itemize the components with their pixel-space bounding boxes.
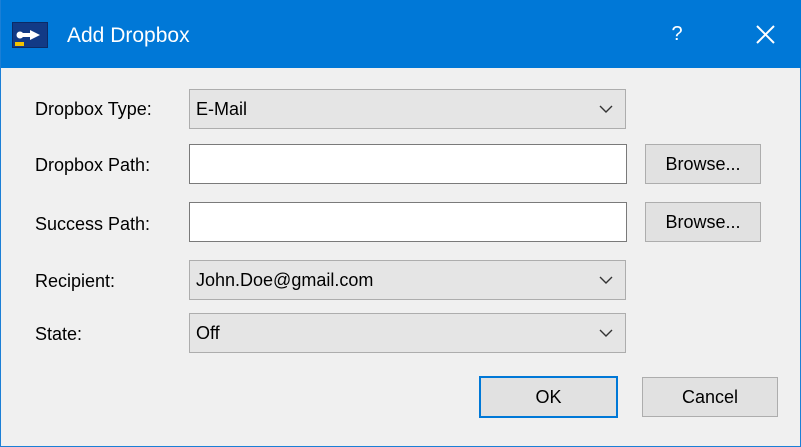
close-icon (756, 25, 775, 44)
dropbox-path-label: Dropbox Path: (35, 155, 151, 175)
success-path-input[interactable] (190, 203, 626, 241)
state-label: State: (35, 324, 83, 344)
dialog-title: Add Dropbox (67, 24, 190, 47)
success-path-browse-button[interactable]: Browse... (645, 202, 761, 242)
chevron-down-icon (599, 105, 613, 113)
success-path-field[interactable] (189, 202, 627, 242)
chevron-down-icon (599, 276, 613, 284)
dropbox-path-browse-button[interactable]: Browse... (645, 144, 761, 184)
browse-button-label: Browse... (665, 154, 741, 174)
dropbox-path-input[interactable] (190, 145, 626, 183)
browse-button-label: Browse... (665, 212, 741, 232)
dropbox-type-label: Dropbox Type: (35, 99, 152, 119)
success-path-label: Success Path: (35, 214, 151, 234)
title-bar[interactable]: Add Dropbox ? (1, 0, 801, 68)
ok-button[interactable]: OK (479, 376, 618, 418)
recipient-label: Recipient: (35, 271, 116, 291)
state-select[interactable]: Off (189, 313, 626, 353)
recipient-value: John.Doe@gmail.com (196, 270, 374, 290)
state-value: Off (196, 323, 220, 343)
chevron-down-icon (599, 329, 613, 337)
help-icon: ? (671, 23, 683, 45)
add-dropbox-dialog: Add Dropbox ? Dropbox Type: E-Mail Dropb… (0, 0, 801, 447)
dropbox-path-field[interactable] (189, 144, 627, 184)
dropbox-type-value: E-Mail (196, 99, 248, 119)
cancel-button-label: Cancel (681, 387, 739, 407)
close-button[interactable] (743, 14, 787, 54)
help-button[interactable]: ? (657, 14, 697, 54)
app-logo-icon (12, 22, 48, 48)
ok-button-label: OK (535, 387, 562, 407)
cancel-button[interactable]: Cancel (642, 377, 778, 417)
dropbox-type-select[interactable]: E-Mail (189, 89, 626, 129)
recipient-select[interactable]: John.Doe@gmail.com (189, 260, 626, 300)
